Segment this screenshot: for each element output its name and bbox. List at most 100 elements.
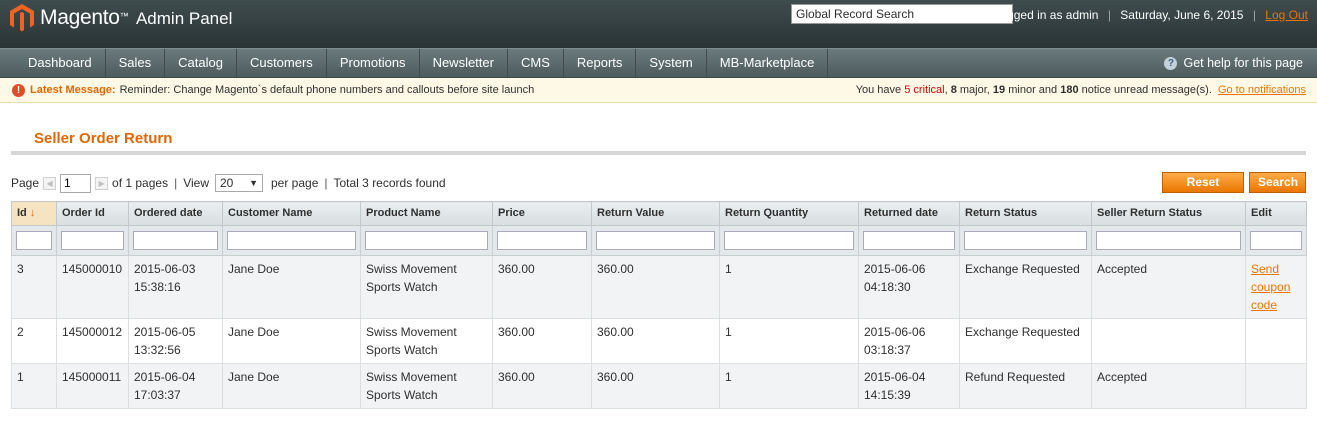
cell-return-status: Exchange Requested [959, 255, 1092, 319]
latest-message: ! Latest Message: Reminder: Change Magen… [12, 78, 534, 102]
cell-id: 1 [11, 363, 57, 409]
cell-id: 3 [11, 255, 57, 319]
main-nav: Dashboard Sales Catalog Customers Promot… [0, 48, 1317, 78]
prev-page-icon[interactable]: ◀ [43, 176, 57, 190]
nav-item-catalog[interactable]: Catalog [165, 49, 237, 77]
total-records: Total 3 records found [333, 176, 446, 190]
filter-return-value-input[interactable] [596, 231, 715, 250]
warning-icon: ! [12, 83, 25, 97]
cell-return-quantity: 1 [719, 318, 859, 364]
cell-product-name: Swiss Movement Sports Watch [360, 363, 493, 409]
table-row[interactable]: 1 145000011 2015-06-04 17:03:37 Jane Doe … [11, 363, 1307, 409]
logged-in-text: Logged in as admin [993, 8, 1099, 22]
latest-message-label: Latest Message: [30, 84, 116, 96]
cell-edit: Send coupon code [1245, 255, 1307, 319]
global-search-input[interactable] [791, 4, 1013, 24]
grid-pager: Page ◀ ▶ of 1 pages | View 20 ▼ per page… [11, 173, 446, 193]
column-header-return-status[interactable]: Return Status [959, 201, 1092, 226]
go-to-notifications-link[interactable]: Go to notifications [1218, 84, 1306, 96]
filter-order-id-input[interactable] [61, 231, 124, 250]
view-label: View [183, 176, 209, 190]
cell-product-name: Swiss Movement Sports Watch [360, 255, 493, 319]
filter-seller-return-status-input[interactable] [1096, 231, 1241, 250]
column-header-return-value[interactable]: Return Value [591, 201, 720, 226]
column-header-seller-return-status[interactable]: Seller Return Status [1091, 201, 1246, 226]
filter-customer-name-input[interactable] [227, 231, 356, 250]
column-header-return-quantity[interactable]: Return Quantity [719, 201, 859, 226]
cell-returned-date: 2015-06-06 03:18:37 [858, 318, 960, 364]
title-divider [11, 151, 1306, 155]
cell-ordered-date: 2015-06-05 13:32:56 [128, 318, 223, 364]
cell-price: 360.00 [492, 363, 592, 409]
cell-price: 360.00 [492, 318, 592, 364]
cell-returned-date: 2015-06-04 14:15:39 [858, 363, 960, 409]
table-row[interactable]: 3 145000010 2015-06-03 15:38:16 Jane Doe … [11, 255, 1307, 319]
filter-ordered-date-input[interactable] [133, 231, 218, 250]
cell-order-id: 145000012 [56, 318, 129, 364]
cell-product-name: Swiss Movement Sports Watch [360, 318, 493, 364]
nav-list: Dashboard Sales Catalog Customers Promot… [14, 49, 829, 77]
logo-text: Magento™ Admin Panel [40, 6, 233, 29]
table-row[interactable]: 2 145000012 2015-06-05 13:32:56 Jane Doe … [11, 318, 1307, 364]
help-link-text: Get help for this page [1183, 56, 1303, 70]
per-page-select[interactable]: 20 ▼ [215, 174, 263, 192]
magento-logo-icon [10, 4, 34, 32]
column-header-order-id[interactable]: Order Id [56, 201, 129, 226]
nav-item-cms[interactable]: CMS [508, 49, 564, 77]
per-page-label: per page [271, 176, 319, 190]
nav-item-mb-marketplace[interactable]: MB-Marketplace [707, 49, 829, 77]
filter-return-status-input[interactable] [964, 231, 1087, 250]
cell-seller-return-status: Accepted [1091, 255, 1246, 319]
panel-name: Admin Panel [135, 9, 233, 28]
filter-return-quantity-input[interactable] [724, 231, 854, 250]
unread-messages-summary: You have 5 critical, 8 major, 19 minor a… [855, 84, 1306, 96]
nav-item-promotions[interactable]: Promotions [327, 49, 420, 77]
admin-header: Magento™ Admin Panel Logged in as admin … [0, 0, 1317, 48]
logout-link[interactable]: Log Out [1265, 8, 1308, 22]
column-header-returned-date[interactable]: Returned date [858, 201, 960, 226]
help-link[interactable]: ? Get help for this page [1164, 49, 1303, 77]
notification-bar: ! Latest Message: Reminder: Change Magen… [0, 78, 1317, 103]
cell-return-value: 360.00 [591, 318, 720, 364]
cell-price: 360.00 [492, 255, 592, 319]
column-header-edit: Edit [1245, 201, 1307, 226]
cell-seller-return-status [1091, 318, 1246, 364]
cell-return-value: 360.00 [591, 363, 720, 409]
cell-return-quantity: 1 [719, 255, 859, 319]
notice-count: 180 [1060, 84, 1079, 96]
next-page-icon[interactable]: ▶ [95, 176, 109, 190]
cell-id: 2 [11, 318, 57, 364]
nav-item-sales[interactable]: Sales [106, 49, 166, 77]
column-header-price[interactable]: Price [492, 201, 592, 226]
cell-return-quantity: 1 [719, 363, 859, 409]
cell-seller-return-status: Accepted [1091, 363, 1246, 409]
nav-item-newsletter[interactable]: Newsletter [420, 49, 508, 77]
filter-id-input[interactable] [16, 231, 52, 250]
search-button[interactable]: Search [1249, 172, 1306, 193]
sort-arrow-icon: ↓ [29, 207, 36, 219]
column-header-product-name[interactable]: Product Name [360, 201, 493, 226]
nav-item-customers[interactable]: Customers [237, 49, 327, 77]
column-header-ordered-date[interactable]: Ordered date [128, 201, 223, 226]
reset-filter-button[interactable]: Reset Filter [1162, 172, 1244, 208]
filter-edit-input[interactable] [1250, 231, 1302, 250]
nav-item-reports[interactable]: Reports [564, 49, 637, 77]
grid-filter-row [11, 225, 1307, 256]
send-coupon-code-link[interactable]: Send coupon code [1251, 262, 1290, 312]
column-header-customer-name[interactable]: Customer Name [222, 201, 361, 226]
filter-returned-date-input[interactable] [863, 231, 955, 250]
header-user-info: Logged in as admin | Saturday, June 6, 2… [993, 8, 1308, 22]
filter-product-name-input[interactable] [365, 231, 488, 250]
cell-order-id: 145000010 [56, 255, 129, 319]
cell-returned-date: 2015-06-06 04:18:30 [858, 255, 960, 319]
seller-order-return-grid: Id ↓ Order Id Ordered date Customer Name … [11, 201, 1307, 409]
column-header-id[interactable]: Id ↓ [11, 201, 57, 226]
critical-count: 5 critical [904, 84, 945, 96]
page-number-input[interactable] [60, 173, 92, 193]
page-label: Page [11, 176, 40, 190]
filter-price-input[interactable] [497, 231, 587, 250]
logo[interactable]: Magento™ Admin Panel [10, 4, 232, 32]
nav-item-dashboard[interactable]: Dashboard [14, 49, 106, 77]
of-pages-text: of 1 pages [112, 176, 169, 190]
nav-item-system[interactable]: System [636, 49, 707, 77]
